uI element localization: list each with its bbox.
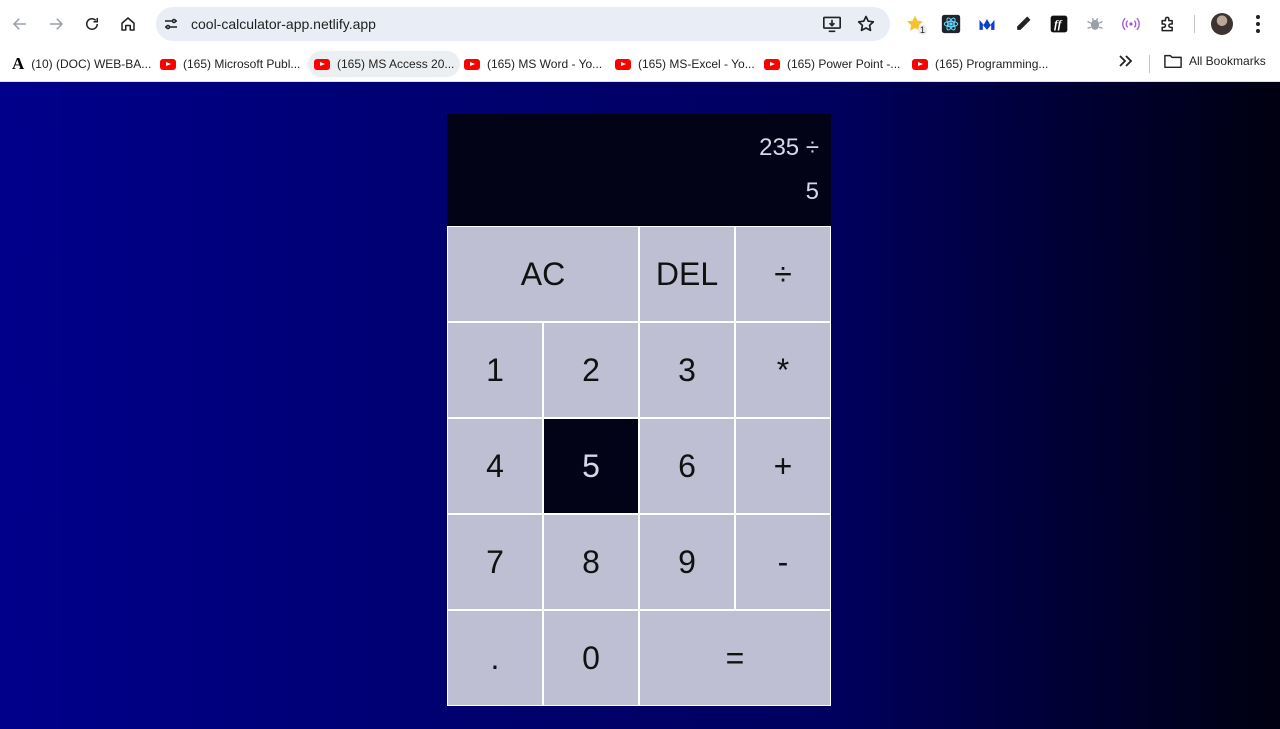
previous-operand: 235 ÷ (759, 134, 819, 161)
bookmark-label: (165) Power Point -... (787, 57, 901, 71)
youtube-icon (764, 58, 780, 70)
equals-button[interactable]: = (639, 610, 831, 706)
bookmark-item[interactable]: (165) MS-Excel - Yo... (609, 51, 761, 77)
extension-react-devtools[interactable] (940, 13, 962, 35)
reload-icon (86, 18, 98, 30)
menu-dot-icon (1256, 29, 1260, 33)
bookmark-item[interactable]: (165) Power Point -... (758, 51, 906, 77)
bookmark-item[interactable]: A (10) (DOC) WEB-BA... (6, 51, 157, 77)
extension-malwarebytes[interactable] (976, 13, 998, 35)
browser-toolbar: cool-calculator-app.netlify.app 1 ff (0, 0, 1280, 48)
calculator: 235 ÷ 5 AC DEL ÷ 1 2 3 * 4 5 6 + 7 8 9 -… (447, 114, 831, 706)
extension-color-picker[interactable] (1012, 13, 1034, 35)
digit-7-button[interactable]: 7 (447, 514, 543, 610)
bookmark-label: (165) MS-Excel - Yo... (638, 57, 755, 71)
delete-button[interactable]: DEL (639, 226, 735, 322)
folder-icon (1164, 54, 1182, 69)
youtube-icon (314, 58, 330, 70)
extensions-menu-button[interactable] (1157, 13, 1179, 35)
bookmark-label: (165) MS Word - Yo... (487, 57, 603, 71)
react-icon (941, 14, 961, 34)
extension-badge: 1 (918, 25, 928, 35)
digit-6-button[interactable]: 6 (639, 418, 735, 514)
extension-broadcast[interactable] (1120, 13, 1142, 35)
digit-3-button[interactable]: 3 (639, 322, 735, 418)
extension-bug[interactable] (1084, 13, 1106, 35)
bookmark-label: (165) Programming... (935, 57, 1049, 71)
broadcast-icon (1122, 17, 1140, 31)
academia-icon: A (12, 54, 25, 73)
digit-0-button[interactable]: 0 (543, 610, 639, 706)
decimal-button[interactable]: . (447, 610, 543, 706)
home-button[interactable] (113, 9, 143, 39)
digit-8-button[interactable]: 8 (543, 514, 639, 610)
forward-button[interactable] (41, 9, 71, 39)
page-background: 235 ÷ 5 AC DEL ÷ 1 2 3 * 4 5 6 + 7 8 9 -… (0, 82, 1280, 729)
back-button[interactable] (5, 9, 35, 39)
toolbar-divider (1194, 15, 1195, 33)
url-text[interactable]: cool-calculator-app.netlify.app (191, 7, 376, 41)
bookmark-label: (165) MS Access 20... (337, 57, 455, 71)
extension-favorites[interactable]: 1 (904, 13, 928, 35)
bookmark-label: (10) (DOC) WEB-BA... (31, 57, 152, 71)
youtube-icon (160, 58, 176, 70)
arrow-right-icon (50, 18, 64, 30)
site-settings-icon[interactable] (162, 15, 180, 33)
svg-text:ff: ff (1054, 18, 1063, 31)
font-finder-icon: ff (1050, 15, 1068, 33)
menu-dot-icon (1256, 15, 1260, 19)
bookmarks-bar: A (10) (DOC) WEB-BA... (165) Microsoft P… (0, 48, 1280, 82)
all-bookmarks-button[interactable]: All Bookmarks (1164, 51, 1266, 71)
bookmark-star-icon[interactable] (856, 14, 876, 34)
profile-avatar[interactable] (1211, 13, 1233, 35)
home-icon (121, 17, 135, 31)
malwarebytes-icon (979, 19, 995, 30)
digit-2-button[interactable]: 2 (543, 322, 639, 418)
menu-dot-icon (1256, 22, 1260, 26)
youtube-icon (464, 58, 480, 70)
bookmark-item[interactable]: (165) Microsoft Publ... (154, 51, 306, 77)
bookmark-item[interactable]: (165) Programming... (906, 51, 1054, 77)
eyedropper-icon (1017, 16, 1031, 30)
all-bookmarks-label: All Bookmarks (1189, 54, 1266, 68)
digit-1-button[interactable]: 1 (447, 322, 543, 418)
bookmark-item[interactable]: (165) MS Word - Yo... (458, 51, 608, 77)
address-bar[interactable]: cool-calculator-app.netlify.app (156, 7, 890, 41)
install-app-icon[interactable] (822, 15, 842, 33)
calculator-keypad: AC DEL ÷ 1 2 3 * 4 5 6 + 7 8 9 - . 0 = (447, 226, 831, 706)
subtract-button[interactable]: - (735, 514, 831, 610)
reload-button[interactable] (77, 9, 107, 39)
divide-button[interactable]: ÷ (735, 226, 831, 322)
multiply-button[interactable]: * (735, 322, 831, 418)
bookmarks-overflow-icon[interactable] (1116, 52, 1136, 70)
extension-whatfont[interactable]: ff (1048, 13, 1070, 35)
digit-9-button[interactable]: 9 (639, 514, 735, 610)
youtube-icon (912, 58, 928, 70)
digit-4-button[interactable]: 4 (447, 418, 543, 514)
bookmark-label: (165) Microsoft Publ... (183, 57, 301, 71)
all-clear-button[interactable]: AC (447, 226, 639, 322)
puzzle-icon (1161, 16, 1173, 32)
calculator-display: 235 ÷ 5 (447, 114, 831, 226)
digit-5-button[interactable]: 5 (543, 418, 639, 514)
browser-menu-button[interactable] (1248, 12, 1268, 36)
current-operand: 5 (805, 178, 819, 205)
arrow-left-icon (12, 18, 26, 30)
bookmark-item[interactable]: (165) MS Access 20... (308, 51, 461, 77)
bug-icon (1087, 17, 1103, 30)
youtube-icon (615, 58, 631, 70)
add-button[interactable]: + (735, 418, 831, 514)
bookmarks-divider (1149, 55, 1150, 73)
